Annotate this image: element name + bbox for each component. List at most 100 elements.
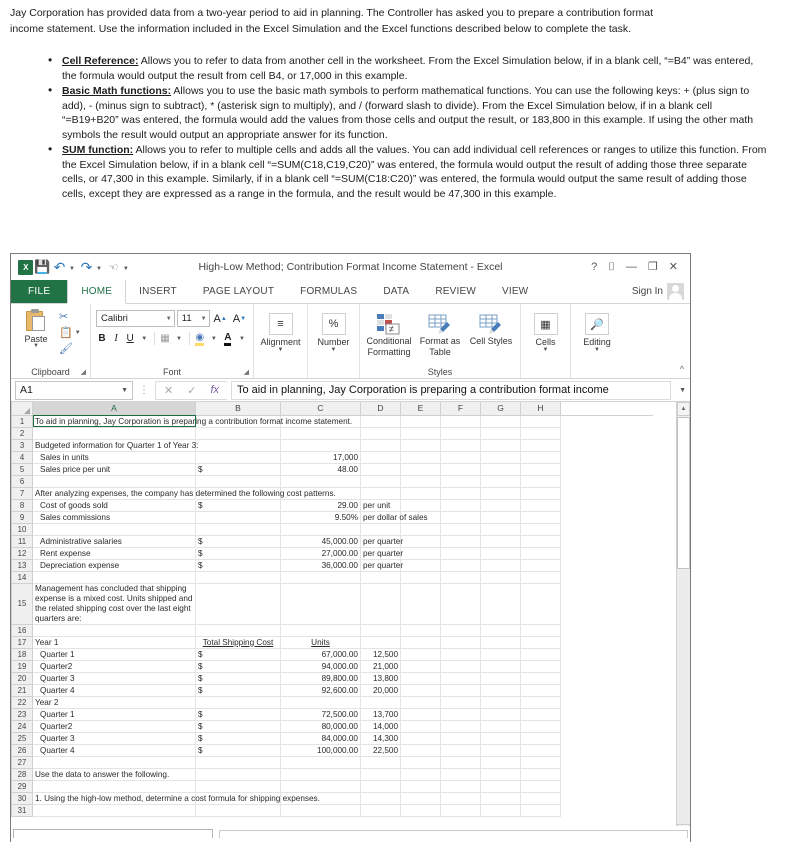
tab-insert[interactable]: INSERT [126, 280, 190, 303]
paste-dropdown-icon[interactable]: ▼ [33, 343, 39, 349]
cell-d29[interactable] [360, 779, 401, 793]
redo-dropdown-icon[interactable]: ▼ [96, 262, 102, 272]
row-header[interactable]: 1 [11, 414, 33, 428]
cell-b20[interactable]: $ [195, 671, 281, 685]
cell-e23[interactable] [400, 707, 441, 721]
cell-e29[interactable] [400, 779, 441, 793]
cell-d13[interactable]: per quarter [360, 558, 403, 572]
cell-g20[interactable] [480, 671, 521, 685]
cell-d25[interactable]: 14,300 [360, 731, 401, 745]
cell-a6[interactable] [32, 474, 196, 488]
cell-a13[interactable]: Depreciation expense [32, 558, 196, 572]
cell-b9[interactable] [195, 510, 281, 524]
select-all-corner[interactable] [11, 402, 33, 416]
cell-c6[interactable] [280, 474, 361, 488]
conditional-formatting-button[interactable]: ≠ Conditional Formatting [365, 310, 413, 357]
row-header[interactable]: 10 [11, 522, 33, 536]
cell-f5[interactable] [440, 462, 481, 476]
cells-button[interactable]: ▦ Cells ▼ [526, 311, 565, 353]
cell-g22[interactable] [480, 695, 521, 709]
cell-f26[interactable] [440, 743, 481, 757]
cell-h17[interactable] [520, 635, 561, 649]
cell-g11[interactable] [480, 534, 521, 548]
save-icon[interactable]: 💾 [34, 259, 50, 275]
tab-view[interactable]: VIEW [489, 280, 541, 303]
cell-a26[interactable]: Quarter 4 [32, 743, 196, 757]
cell-c22[interactable] [280, 695, 361, 709]
scrollbar-track[interactable] [677, 570, 690, 824]
cell-g19[interactable] [480, 659, 521, 673]
cell-b11[interactable]: $ [195, 534, 281, 548]
insert-function-icon[interactable]: fx [210, 384, 219, 396]
cell-h16[interactable] [520, 623, 561, 637]
cell-g15[interactable] [480, 582, 521, 625]
cell-c16[interactable] [280, 623, 361, 637]
row-header[interactable]: 30 [11, 791, 33, 805]
row-header[interactable]: 15 [11, 582, 33, 625]
cell-c29[interactable] [280, 779, 361, 793]
cell-b18[interactable]: $ [195, 647, 281, 661]
cell-c21[interactable]: 92,600.00 [280, 683, 361, 697]
cell-f8[interactable] [440, 498, 481, 512]
cell-f27[interactable] [440, 755, 481, 769]
cell-h12[interactable] [520, 546, 561, 560]
row-header[interactable]: 24 [11, 719, 33, 733]
cell-b3[interactable] [195, 438, 281, 452]
name-box[interactable]: A1 ▼ [15, 380, 133, 400]
cell-b12[interactable]: $ [195, 546, 281, 560]
cell-d14[interactable] [360, 570, 401, 584]
cell-a10[interactable] [32, 522, 196, 536]
cell-f30[interactable] [440, 791, 481, 805]
cell-a28[interactable]: Use the data to answer the following. [32, 767, 196, 781]
cell-b29[interactable] [195, 779, 281, 793]
cell-g17[interactable] [480, 635, 521, 649]
cell-f25[interactable] [440, 731, 481, 745]
cell-f2[interactable] [440, 426, 481, 440]
cell-d24[interactable]: 14,000 [360, 719, 401, 733]
cell-g27[interactable] [480, 755, 521, 769]
row-header[interactable]: 7 [11, 486, 33, 500]
column-header-g[interactable]: G [480, 402, 521, 416]
cell-f17[interactable] [440, 635, 481, 649]
formula-input[interactable]: To aid in planning, Jay Corporation is p… [231, 380, 672, 400]
column-header-d[interactable]: D [360, 402, 401, 416]
tab-review[interactable]: REVIEW [422, 280, 489, 303]
cell-c14[interactable] [280, 570, 361, 584]
cell-b5[interactable]: $ [195, 462, 281, 476]
cell-e17[interactable] [400, 635, 441, 649]
editing-dropdown-icon[interactable]: ▼ [594, 347, 600, 353]
tab-page-layout[interactable]: PAGE LAYOUT [190, 280, 287, 303]
cell-h22[interactable] [520, 695, 561, 709]
tab-home[interactable]: HOME [67, 280, 127, 304]
cell-g10[interactable] [480, 522, 521, 536]
cell-f12[interactable] [440, 546, 481, 560]
cell-e22[interactable] [400, 695, 441, 709]
row-header[interactable]: 13 [11, 558, 33, 572]
number-dropdown-icon[interactable]: ▼ [331, 347, 337, 353]
cell-h30[interactable] [520, 791, 561, 805]
cell-a21[interactable]: Quarter 4 [32, 683, 196, 697]
tab-data[interactable]: DATA [370, 280, 422, 303]
cell-a5[interactable]: Sales price per unit [32, 462, 196, 476]
cell-f7[interactable] [440, 486, 481, 500]
cell-e3[interactable] [400, 438, 441, 452]
cell-g25[interactable] [480, 731, 521, 745]
font-dialog-launcher-icon[interactable]: ◢ [244, 368, 249, 376]
help-icon[interactable]: ? [591, 261, 597, 273]
collapse-ribbon-icon[interactable]: ^ [680, 364, 684, 374]
cell-c19[interactable]: 94,000.00 [280, 659, 361, 673]
cell-f22[interactable] [440, 695, 481, 709]
cell-f11[interactable] [440, 534, 481, 548]
cell-f6[interactable] [440, 474, 481, 488]
cell-b4[interactable] [195, 450, 281, 464]
cell-d8[interactable]: per unit [360, 498, 401, 512]
fill-color-dropdown-icon[interactable]: ▼ [208, 330, 220, 347]
row-header[interactable]: 5 [11, 462, 33, 476]
cell-e1[interactable] [400, 414, 441, 428]
cell-e5[interactable] [400, 462, 441, 476]
fill-color-icon[interactable]: ◉ [194, 330, 206, 347]
row-header[interactable]: 21 [11, 683, 33, 697]
cell-d12[interactable]: per quarter [360, 546, 403, 560]
cell-d16[interactable] [360, 623, 401, 637]
cell-c15[interactable] [280, 582, 361, 625]
